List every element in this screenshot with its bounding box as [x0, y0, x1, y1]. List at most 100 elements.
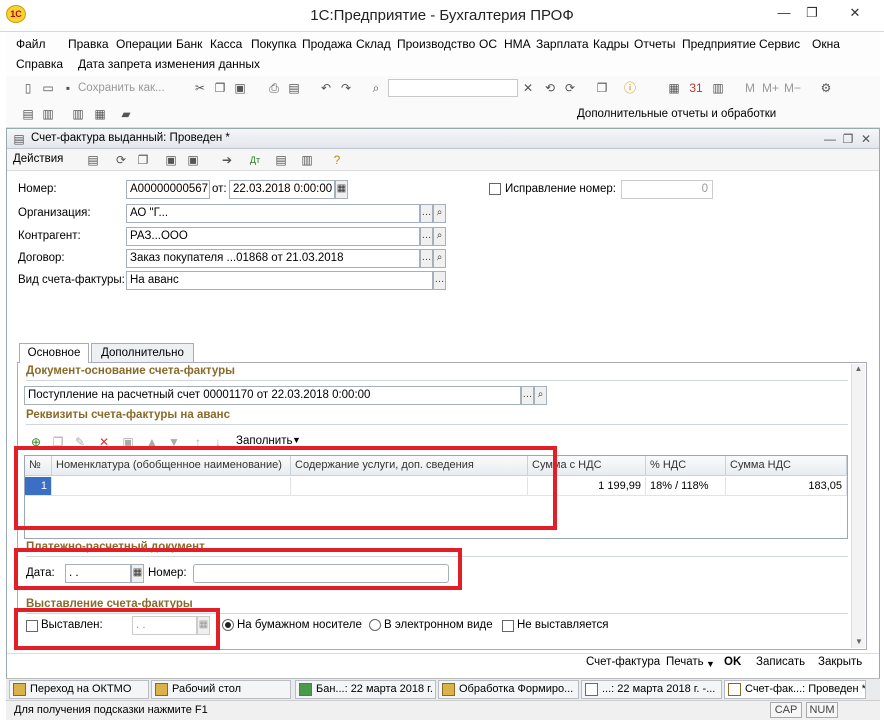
actions-menu[interactable]: Действия	[13, 153, 63, 165]
correction-checkbox[interactable]	[489, 183, 501, 195]
menu-operations[interactable]: Операции	[116, 37, 172, 51]
restore-icon[interactable]: ❐	[800, 4, 824, 22]
menu-os[interactable]: ОС	[479, 37, 497, 51]
basis-open-icon[interactable]: ⌕	[534, 386, 547, 405]
menu-hr[interactable]: Кадры	[593, 37, 629, 51]
menu-purchase[interactable]: Покупка	[251, 37, 296, 51]
menu-service[interactable]: Сервис	[759, 37, 800, 51]
organization-field[interactable]: АО "Г...	[126, 204, 420, 223]
task-invoice[interactable]: Счет-фак...: Проведен *	[724, 680, 866, 699]
fill-dropdown-icon[interactable]: ▼	[292, 435, 301, 445]
menu-enterprise[interactable]: Предприятие	[682, 37, 756, 51]
task-processing[interactable]: Обработка Формиро...	[438, 680, 579, 699]
menu-lock-date[interactable]: Дата запрета изменения данных	[78, 57, 260, 71]
basis-select-button[interactable]: …	[521, 386, 534, 405]
tab-main[interactable]: Основное	[19, 343, 89, 363]
doc-maximize-icon[interactable]: ❐	[840, 131, 856, 147]
organization-open-icon[interactable]: ⌕	[433, 204, 446, 223]
task-desktop[interactable]: Рабочий стол	[151, 680, 291, 699]
not-issued-checkbox[interactable]	[502, 620, 514, 632]
search-input[interactable]	[388, 79, 518, 97]
bag-icon[interactable]: ▰	[118, 106, 134, 122]
scroll-up-icon[interactable]: ▲	[852, 364, 865, 373]
redo-icon[interactable]: ↷	[338, 80, 354, 96]
menu-windows[interactable]: Окна	[812, 37, 840, 51]
scroll-down-icon[interactable]: ▼	[852, 637, 866, 646]
report-icon[interactable]: ▥	[40, 106, 56, 122]
task-oktmo[interactable]: Переход на ОКТМО	[9, 680, 149, 699]
save-icon[interactable]: ▪	[60, 80, 76, 96]
task-document[interactable]: ...: 22 марта 2018 г. -...	[581, 680, 722, 699]
tab-additional[interactable]: Дополнительно	[91, 343, 194, 362]
table-row-vat-sum[interactable]: 183,05	[726, 477, 847, 496]
additional-reports-button[interactable]: Дополнительные отчеты и обработки	[577, 108, 776, 120]
calculator-icon[interactable]: ▦	[666, 80, 682, 96]
paste-icon[interactable]: ▣	[232, 80, 248, 96]
counterparty-open-icon[interactable]: ⌕	[433, 227, 446, 246]
grid-icon[interactable]: ▥	[710, 80, 726, 96]
copy-doc-icon[interactable]: ❐	[135, 152, 151, 168]
invoice-type-field[interactable]: На аванс	[126, 271, 433, 290]
print-menu-button[interactable]: Печать	[666, 656, 704, 668]
new-icon[interactable]: ▯	[20, 80, 36, 96]
electronic-radio[interactable]	[369, 619, 381, 631]
close-icon[interactable]: ✕	[830, 4, 880, 22]
menu-edit[interactable]: Правка	[68, 37, 109, 51]
contract-field[interactable]: Заказ покупателя ...01868 от 21.03.2018	[126, 249, 420, 268]
open-icon[interactable]: ▭	[40, 80, 56, 96]
invoice-print-button[interactable]: Счет-фактура	[586, 656, 660, 668]
help-icon[interactable]: ?	[329, 152, 345, 168]
save-button[interactable]: Записать	[756, 656, 805, 668]
menu-bank[interactable]: Банк	[176, 37, 202, 51]
post-icon[interactable]: ▣	[163, 152, 179, 168]
minimize-icon[interactable]: —	[772, 4, 796, 22]
table-icon[interactable]: ▦	[92, 106, 108, 122]
post-close-icon[interactable]: ▤	[85, 152, 101, 168]
windows-icon[interactable]: ❐	[594, 80, 610, 96]
clear-search-icon[interactable]: ✕	[520, 80, 536, 96]
basis-document-field[interactable]: Поступление на расчетный счет 00001170 о…	[24, 386, 521, 405]
counterparty-field[interactable]: РАЗ...ООО	[126, 227, 420, 246]
table-row-vat-rate[interactable]: 18% / 118%	[646, 477, 726, 496]
preview-icon[interactable]: ▤	[286, 80, 302, 96]
structure-icon[interactable]: ▤	[273, 152, 289, 168]
print-icon[interactable]: ⎙	[266, 80, 282, 96]
menu-warehouse[interactable]: Склад	[356, 37, 391, 51]
based-on-icon[interactable]: ➔	[219, 152, 235, 168]
info-icon[interactable]: ⓘ	[622, 80, 638, 96]
settings-icon[interactable]: ⚙	[818, 80, 834, 96]
undo-icon[interactable]: ↶	[318, 80, 334, 96]
menu-reports[interactable]: Отчеты	[634, 37, 675, 51]
dt-kt-icon[interactable]: Дт	[247, 152, 263, 168]
correction-number-field[interactable]: 0	[621, 180, 713, 199]
contract-open-icon[interactable]: ⌕	[433, 249, 446, 268]
menu-salary[interactable]: Зарплата	[536, 37, 589, 51]
menu-cash[interactable]: Касса	[210, 37, 242, 51]
date-field[interactable]: 22.03.2018 0:00:00	[229, 180, 335, 199]
paper-radio[interactable]	[222, 619, 234, 631]
copy-icon[interactable]: ❐	[212, 80, 228, 96]
journal-icon[interactable]: ▥	[299, 152, 315, 168]
close-button[interactable]: Закрыть	[818, 656, 862, 668]
menu-nma[interactable]: НМА	[504, 37, 531, 51]
menu-production[interactable]: Производство	[397, 37, 475, 51]
calendar-icon[interactable]: 31	[688, 80, 704, 96]
list-icon[interactable]: ▤	[20, 106, 36, 122]
unpost-icon[interactable]: ▣	[185, 152, 201, 168]
menu-file[interactable]: Файл	[16, 37, 46, 51]
find-icon[interactable]: ⌕	[368, 80, 384, 96]
vertical-scrollbar[interactable]: ▲ ▼	[851, 364, 865, 648]
search-prev-icon[interactable]: ⟲	[542, 80, 558, 96]
contract-select-button[interactable]: …	[420, 249, 433, 268]
menu-sales[interactable]: Продажа	[302, 37, 352, 51]
save-as-button[interactable]: Сохранить как...	[78, 82, 165, 94]
search-next-icon[interactable]: ⟳	[562, 80, 578, 96]
doc-close-icon[interactable]: ✕	[858, 131, 874, 147]
organization-select-button[interactable]: …	[420, 204, 433, 223]
memory-plus-icon[interactable]: M+	[762, 80, 779, 96]
ok-button[interactable]: OK	[724, 656, 741, 668]
menu-help[interactable]: Справка	[16, 57, 63, 71]
task-bank[interactable]: Бан...: 22 марта 2018 г.	[295, 680, 436, 699]
date-calendar-icon[interactable]: ▦	[335, 180, 348, 199]
number-field[interactable]: А00000000567	[126, 180, 210, 199]
